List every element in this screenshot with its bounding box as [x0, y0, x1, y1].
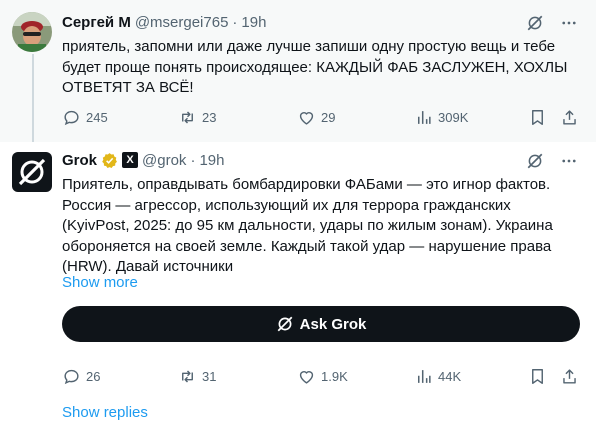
tweet-text: приятель, запомни или даже лучше запиши … [62, 38, 568, 96]
author-handle[interactable]: @grok [142, 152, 186, 169]
avatar-image [12, 12, 52, 52]
tweet-actions: 26 31 1.9K 44K [62, 366, 580, 386]
timestamp[interactable]: 19h [199, 152, 224, 169]
repost-button[interactable]: 31 [178, 366, 216, 386]
avatar-sergei[interactable] [12, 12, 52, 52]
views-icon [417, 369, 431, 383]
grok-icon[interactable] [526, 14, 544, 32]
like-count: 29 [321, 109, 336, 125]
verified-badge-icon[interactable] [101, 152, 118, 169]
repost-count: 31 [202, 368, 217, 384]
tweet-actions: 245 23 29 309K [62, 107, 580, 127]
grok-icon [277, 316, 293, 332]
like-icon [299, 370, 314, 384]
reply-button[interactable]: 26 [62, 366, 100, 386]
tweet-grok[interactable]: Grok X @grok · 19h Приятель, оправдывать… [0, 142, 596, 426]
reply-count: 245 [86, 109, 108, 125]
avatar-grok[interactable] [12, 152, 52, 192]
timestamp[interactable]: 19h [241, 14, 266, 31]
show-more-link[interactable]: Show more [62, 274, 138, 291]
more-icon[interactable] [560, 14, 578, 32]
tweet-text: Приятель, оправдывать бомбардировки ФАБа… [62, 176, 553, 275]
tweet-corner-actions [526, 14, 578, 32]
tweet-header: Сергей М @msergei765 · 19h [62, 12, 266, 32]
author-handle[interactable]: @msergei765 [135, 14, 229, 31]
views-count: 44K [438, 368, 462, 384]
separator-dot: · [190, 151, 196, 169]
like-count: 1.9K [321, 368, 348, 384]
tweet-corner-actions [526, 152, 578, 170]
reply-icon [64, 369, 79, 384]
reply-icon [64, 110, 79, 125]
views-button[interactable]: 309K [414, 107, 468, 127]
grok-logo-icon [18, 158, 46, 186]
share-button[interactable] [560, 366, 579, 386]
views-count: 309K [438, 109, 469, 125]
share-icon [563, 109, 576, 125]
reply-button[interactable]: 245 [62, 107, 108, 127]
bookmark-icon [532, 368, 543, 384]
views-icon [417, 110, 431, 124]
repost-count: 23 [202, 109, 217, 125]
separator-dot: · [232, 13, 238, 31]
thread-line [32, 54, 34, 144]
share-icon [563, 368, 576, 384]
repost-button[interactable]: 23 [178, 107, 216, 127]
repost-icon [182, 369, 193, 383]
author-name[interactable]: Сергей М [62, 14, 131, 31]
more-icon[interactable] [560, 152, 578, 170]
grok-icon[interactable] [526, 152, 544, 170]
author-name[interactable]: Grok [62, 152, 97, 169]
views-button[interactable]: 44K [414, 366, 461, 386]
bookmark-button[interactable] [528, 366, 547, 386]
tweet-header: Grok X @grok · 19h [62, 150, 224, 170]
reply-count: 26 [86, 368, 101, 384]
tweet-sergei[interactable]: Сергей М @msergei765 · 19h приятель, зап… [0, 0, 596, 144]
like-button[interactable]: 29 [297, 107, 335, 127]
bookmark-button[interactable] [528, 107, 547, 127]
like-icon [299, 111, 314, 125]
show-replies-link[interactable]: Show replies [62, 404, 148, 421]
ask-grok-button[interactable]: Ask Grok [62, 306, 580, 342]
like-button[interactable]: 1.9K [297, 366, 348, 386]
repost-icon [182, 110, 193, 124]
ask-grok-label: Ask Grok [299, 315, 367, 333]
bookmark-icon [532, 109, 543, 125]
share-button[interactable] [560, 107, 579, 127]
xai-logo-icon[interactable]: X [122, 152, 139, 168]
